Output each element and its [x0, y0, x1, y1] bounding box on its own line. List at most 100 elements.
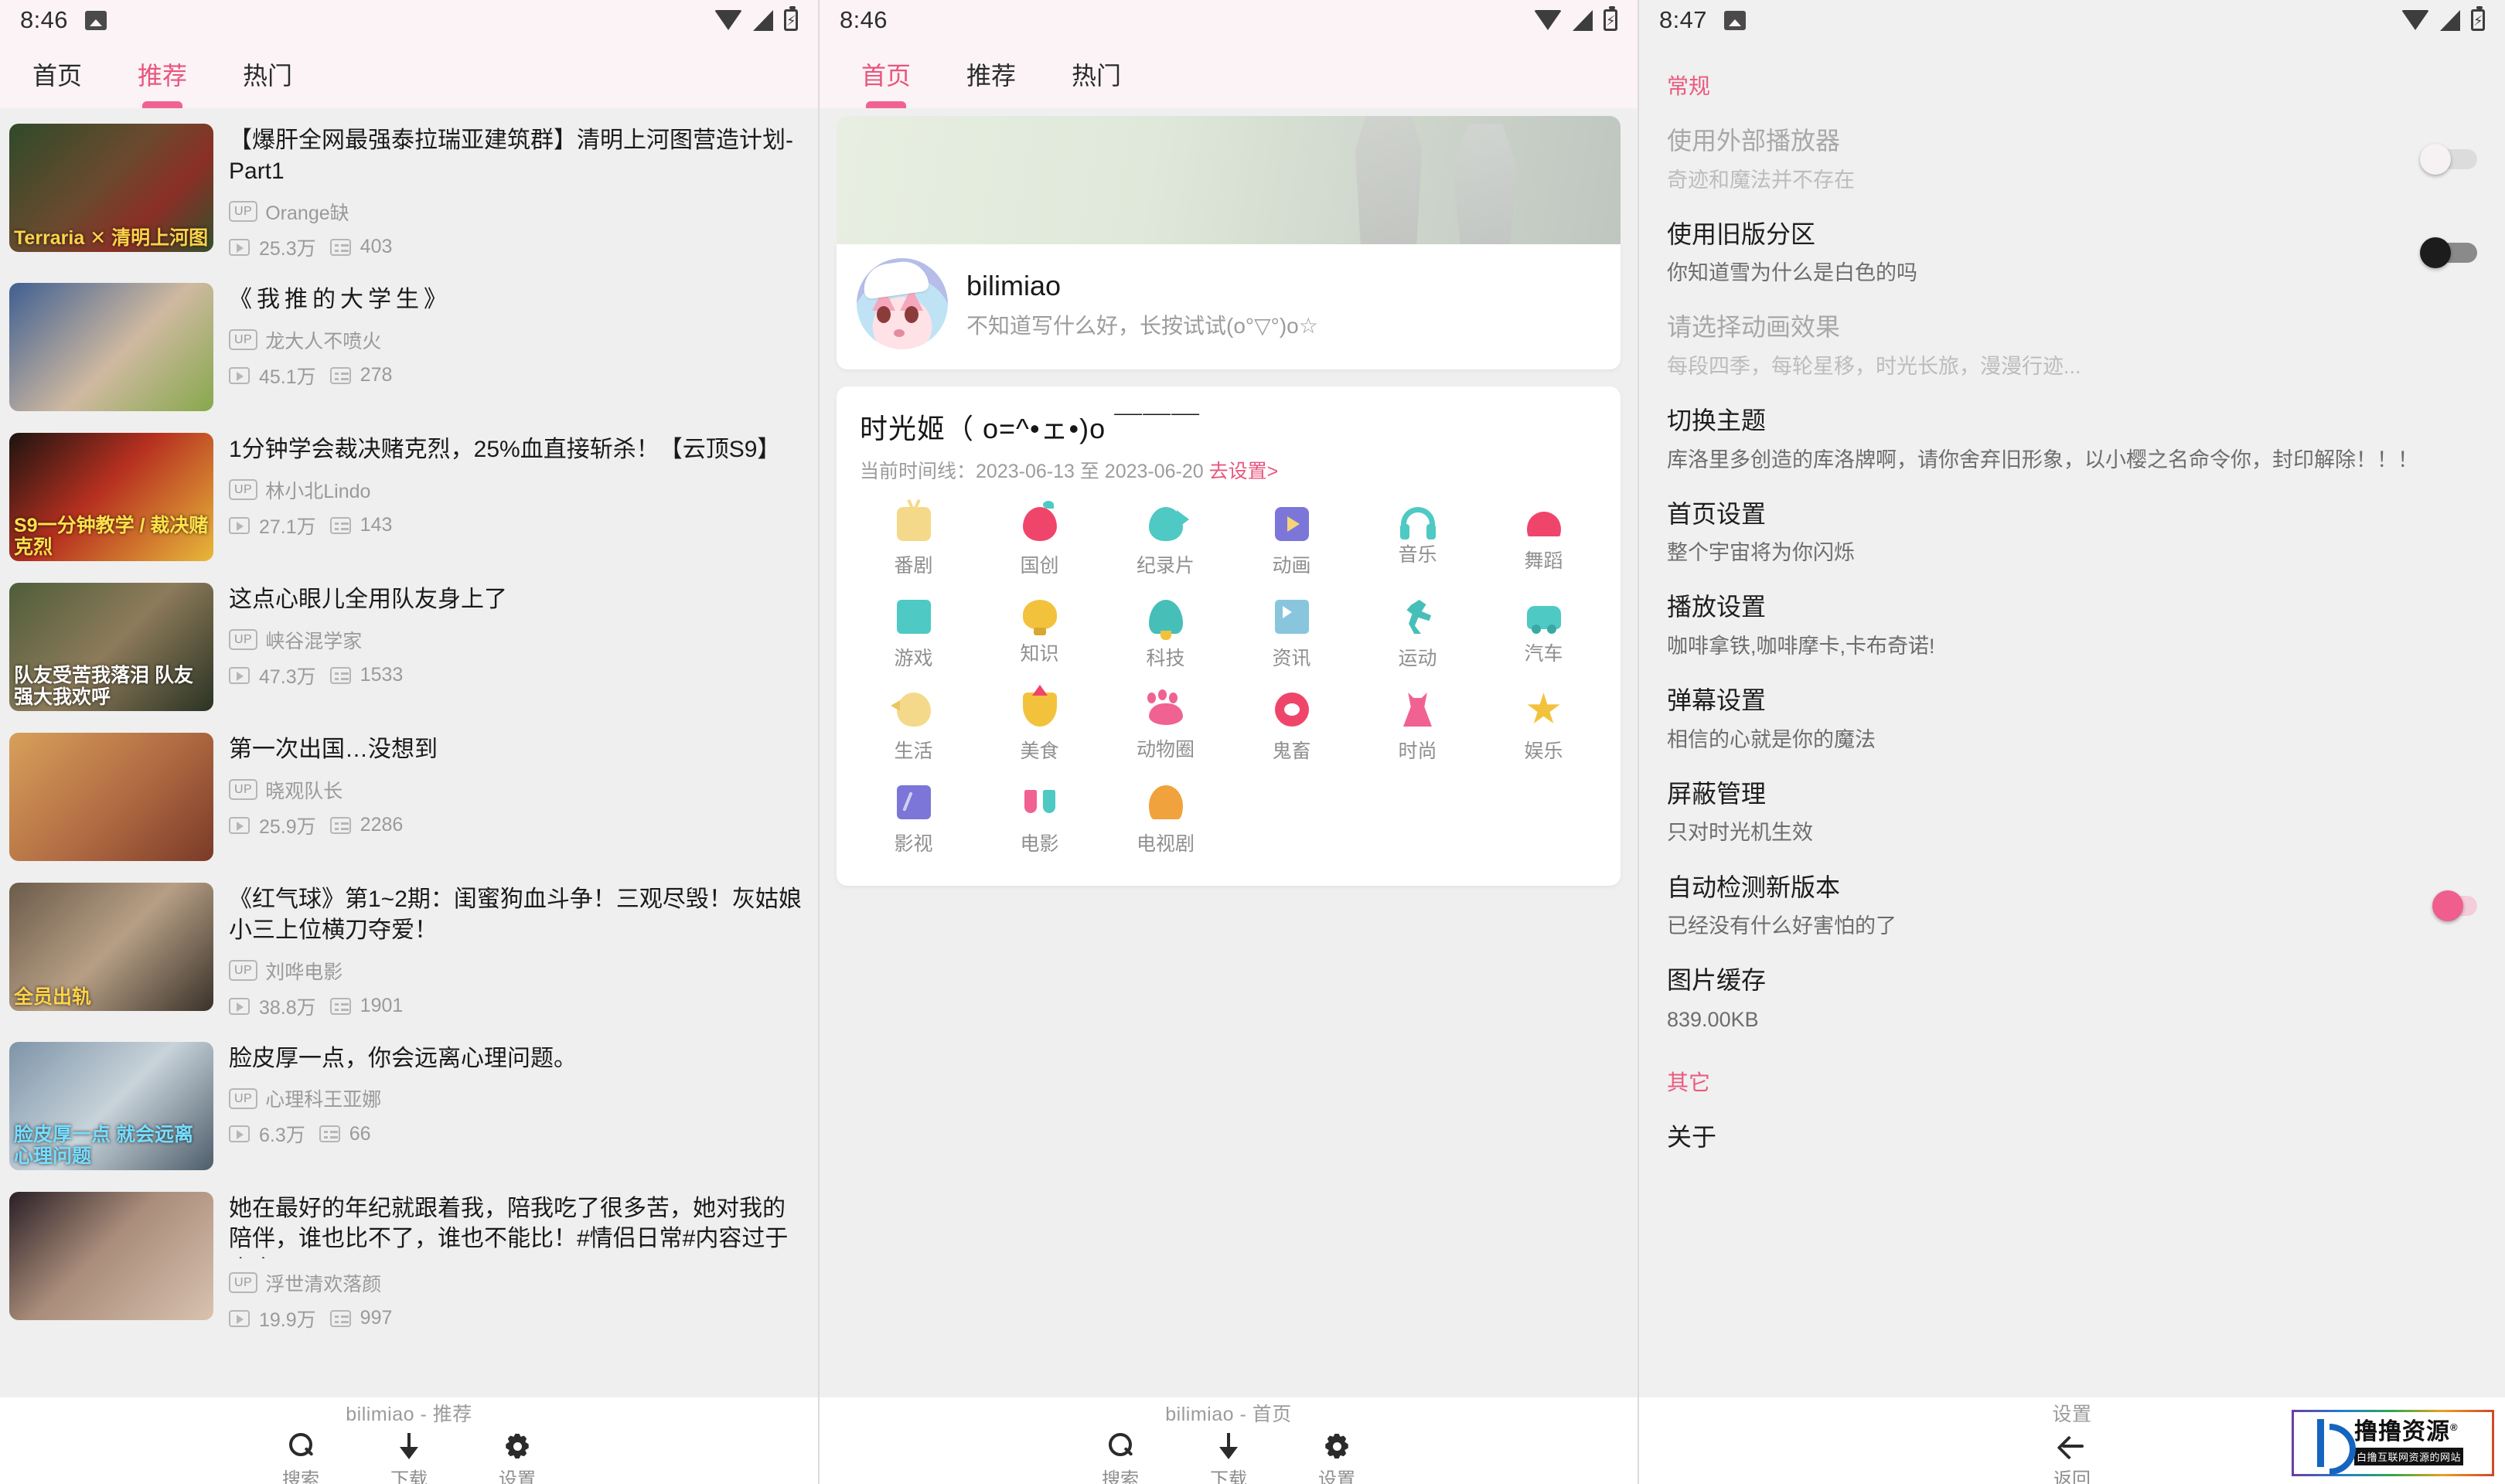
category-item-时尚[interactable]: 时尚 [1355, 683, 1481, 771]
video-list-item[interactable]: Terraria ✕ 清明上河图 【爆肝全网最强泰拉瑞亚建筑群】清明上河图营造计… [0, 113, 818, 272]
home-scroll[interactable]: bilimiao 不知道写什么好，长按试试(o°▽°)o☆ 时光姬（ o=^•ェ… [820, 108, 1638, 1397]
video-list-item[interactable]: 脸皮厚一点 就会远离心理问题 脸皮厚一点，你会远离心理问题。 UP 心理科王亚娜… [0, 1031, 818, 1181]
profile-card[interactable]: bilimiao 不知道写什么好，长按试试(o°▽°)o☆ [837, 243, 1621, 369]
category-item-美食[interactable]: 美食 [976, 683, 1103, 771]
settings-button[interactable]: 设置 [486, 1431, 548, 1484]
video-meta: 《红气球》第1~2期：闺蜜狗血斗争！三观尽毁！灰姑娘小三上位横刀夺爱！ UP 刘… [229, 883, 803, 1020]
setting-item[interactable]: 切换主题 库洛里多创造的库洛牌啊，请你舍弃旧形象，以小樱之名命令你，封印解除！！… [1667, 383, 2477, 477]
tab-home[interactable]: 首页 [14, 40, 110, 108]
category-item-知识[interactable]: 知识 [976, 591, 1103, 679]
tab-recommend[interactable]: 推荐 [110, 40, 215, 108]
video-uploader[interactable]: UP 浮世清欢落颜 [229, 1269, 803, 1297]
category-item-汽车[interactable]: 汽车 [1481, 591, 1607, 679]
category-item-游戏[interactable]: 游戏 [850, 591, 976, 679]
food-icon [1022, 685, 1057, 727]
setting-item[interactable]: 播放设置 咖啡拿铁,咖啡摩卡,卡布奇诺! [1667, 570, 2477, 663]
setting-item[interactable]: 请选择动画效果 每段四季，每轮星移，时光长旅，漫漫行迹... [1667, 290, 2477, 383]
video-uploader[interactable]: UP 刘哗电影 [229, 957, 803, 985]
category-item-电影[interactable]: 电影 [976, 776, 1103, 864]
category-item-运动[interactable]: 运动 [1355, 591, 1481, 679]
category-item-动物圈[interactable]: 动物圈 [1103, 683, 1229, 771]
play-count: 25.3万 [259, 237, 316, 260]
toggle-switch[interactable] [2420, 237, 2477, 269]
setting-item[interactable]: 首页设置 整个宇宙将为你闪烁 [1667, 477, 2477, 570]
category-item-纪录片[interactable]: 纪录片 [1103, 498, 1229, 586]
toggle-switch[interactable] [2420, 890, 2477, 921]
setting-item[interactable]: 屏蔽管理 只对时光机生效 [1667, 757, 2477, 850]
setting-desc: 奇迹和魔法并不存在 [1667, 168, 1855, 192]
settings-button[interactable]: 设置 [1306, 1431, 1368, 1484]
settings-list[interactable]: 常规 使用外部播放器 奇迹和魔法并不存在 使用旧版分区 你知道雪为什么是白色的吗… [1639, 40, 2505, 1329]
category-item-国创[interactable]: 国创 [976, 498, 1103, 586]
video-thumbnail[interactable]: Terraria ✕ 清明上河图 [9, 124, 213, 252]
setting-text: 关于 [1667, 1122, 2477, 1154]
toggle-switch[interactable] [2420, 144, 2477, 175]
video-stats: 6.3万 66 [229, 1120, 803, 1148]
video-thumbnail[interactable] [9, 732, 213, 861]
tab-hot[interactable]: 热门 [215, 40, 320, 108]
category-item-动画[interactable]: 动画 [1229, 498, 1355, 586]
bottom-bar-title: 设置 [2052, 1404, 2092, 1425]
video-uploader[interactable]: UP Orange缺 [229, 198, 803, 226]
video-stats: 25.9万 2286 [229, 812, 803, 839]
category-item-鬼畜[interactable]: 鬼畜 [1229, 683, 1355, 771]
play-count: 45.1万 [259, 366, 316, 388]
video-list-item[interactable]: 她在最好的年纪就跟着我，陪我吃了很多苦，她对我的陪伴，谁也比不了，谁也不能比！#… [0, 1181, 818, 1343]
category-item-生活[interactable]: 生活 [850, 683, 976, 771]
video-uploader[interactable]: UP 心理科王亚娜 [229, 1084, 803, 1112]
download-button[interactable]: 下载 [1198, 1431, 1259, 1484]
video-uploader[interactable]: UP 晓观队长 [229, 776, 803, 804]
avatar[interactable] [857, 258, 948, 349]
category-item-电视剧[interactable]: 电视剧 [1103, 776, 1229, 864]
comment-count-icon [319, 1125, 340, 1143]
video-title: 脸皮厚一点，你会远离心理问题。 [229, 1045, 577, 1071]
category-item-娱乐[interactable]: 娱乐 [1481, 683, 1607, 771]
bottom-bar-mid: bilimiao - 首页 搜索 下载 设置 [820, 1397, 1638, 1484]
download-button[interactable]: 下载 [378, 1431, 440, 1484]
category-item-影视[interactable]: 影视 [850, 776, 976, 864]
video-uploader[interactable]: UP 峡谷混学家 [229, 626, 803, 654]
video-list-item[interactable]: 全员出轨 《红气球》第1~2期：闺蜜狗血斗争！三观尽毁！灰姑娘小三上位横刀夺爱！… [0, 872, 818, 1031]
video-uploader[interactable]: UP 林小北Lindo [229, 476, 803, 504]
wifi-icon [2401, 10, 2429, 30]
setting-item[interactable]: 使用旧版分区 你知道雪为什么是白色的吗 [1667, 197, 2477, 291]
category-item-音乐[interactable]: 音乐 [1355, 498, 1481, 586]
video-list-item[interactable]: 《我推的大学生》 UP 龙大人不喷火 45.1万 278 [0, 272, 818, 422]
search-button[interactable]: 搜索 [1089, 1431, 1151, 1484]
three-panel-screenshot: 8:46 ⚡ 首页 推荐 热门 Terraria ✕ 清明上河图 【爆肝全网最强… [0, 0, 2505, 1484]
category-label: 电影 [1020, 833, 1059, 855]
setting-title: 关于 [1667, 1122, 1717, 1151]
timeline-settings-link[interactable]: 去设置> [1209, 461, 1279, 482]
category-item-科技[interactable]: 科技 [1103, 591, 1229, 679]
thumbnail-overlay-text: 脸皮厚一点 就会远离心理问题 [14, 1123, 193, 1167]
category-item-番剧[interactable]: 番剧 [850, 498, 976, 586]
setting-text: 使用外部播放器 奇迹和魔法并不存在 [1667, 125, 2420, 194]
video-thumbnail[interactable]: 脸皮厚一点 就会远离心理问题 [9, 1041, 213, 1170]
tab-active-underline [142, 101, 183, 108]
setting-item[interactable]: 弹幕设置 相信的心就是你的魔法 [1667, 663, 2477, 757]
video-thumbnail[interactable] [9, 282, 213, 411]
video-thumbnail[interactable]: 全员出轨 [9, 882, 213, 1011]
drama-icon [1148, 785, 1183, 819]
tab-home[interactable]: 首页 [833, 40, 939, 108]
video-thumbnail[interactable]: 队友受苦我落泪 队友强大我欢呼 [9, 582, 213, 711]
category-item-资讯[interactable]: 资讯 [1229, 591, 1355, 679]
setting-item[interactable]: 使用外部播放器 奇迹和魔法并不存在 [1667, 104, 2477, 197]
tab-recommend[interactable]: 推荐 [939, 40, 1044, 108]
tab-hot[interactable]: 热门 [1044, 40, 1149, 108]
search-button[interactable]: 搜索 [270, 1431, 332, 1484]
video-list-item[interactable]: S9一分钟教学 / 裁决赌克烈 1分钟学会裁决赌克烈，25%血直接斩杀！【云顶S… [0, 422, 818, 572]
video-list-item[interactable]: 第一次出国…没想到 UP 晓观队长 25.9万 2286 [0, 722, 818, 872]
comment-count: 66 [349, 1122, 371, 1145]
play-card-icon [1274, 507, 1309, 541]
setting-item[interactable]: 自动检测新版本 已经没有什么好害怕的了 [1667, 850, 2477, 944]
video-thumbnail[interactable]: S9一分钟教学 / 裁决赌克烈 [9, 432, 213, 561]
video-list-item[interactable]: 队友受苦我落泪 队友强大我欢呼 这点心眼儿全用队友身上了 UP 峡谷混学家 47… [0, 572, 818, 722]
video-list[interactable]: Terraria ✕ 清明上河图 【爆肝全网最强泰拉瑞亚建筑群】清明上河图营造计… [0, 108, 818, 1397]
category-item-舞蹈[interactable]: 舞蹈 [1481, 498, 1607, 586]
setting-item[interactable]: 图片缓存 839.00KB [1667, 943, 2477, 1036]
video-uploader[interactable]: UP 龙大人不喷火 [229, 326, 803, 354]
back-button[interactable]: 返回 [2041, 1431, 2103, 1484]
video-thumbnail[interactable] [9, 1191, 213, 1320]
setting-about[interactable]: 关于 [1667, 1100, 2477, 1157]
